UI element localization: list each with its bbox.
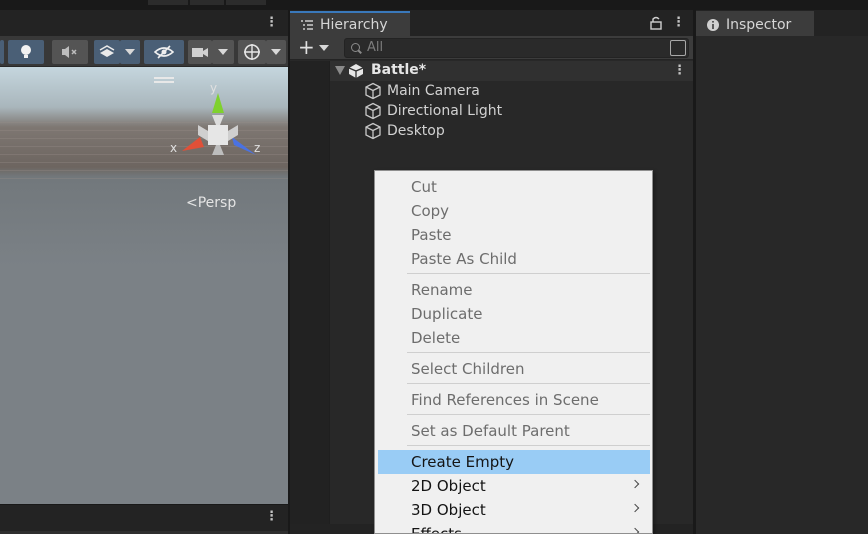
- hierarchy-toolbar: + All: [290, 36, 693, 60]
- chevron-right-icon: [630, 503, 640, 513]
- chevron-right-icon: [630, 527, 640, 533]
- gizmos-dropdown[interactable]: [266, 40, 286, 64]
- menu-item-2d-object[interactable]: 2D Object: [378, 474, 650, 498]
- orientation-gizmo[interactable]: y x z: [168, 81, 268, 183]
- axis-label-y: y: [210, 81, 218, 95]
- audio-toggle-button[interactable]: [52, 40, 88, 64]
- chevron-down-icon: [218, 49, 228, 55]
- menu-item-label: 2D Object: [411, 477, 486, 495]
- hierarchy-item-label: Desktop: [387, 123, 445, 139]
- gameobject-cube-icon: [365, 82, 381, 100]
- lock-icon[interactable]: [650, 16, 662, 30]
- hierarchy-item-directional-light[interactable]: Directional Light: [364, 101, 502, 121]
- gizmos-icon: [244, 44, 260, 60]
- bottom-left-panel: ⋮: [0, 504, 288, 534]
- menu-item-cut[interactable]: Cut: [378, 175, 650, 199]
- camera-icon: [192, 48, 208, 57]
- tab-inspector-label: Inspector: [726, 16, 792, 33]
- inspector-panel: Inspector: [696, 10, 868, 534]
- scene-visibility-button[interactable]: [144, 40, 184, 64]
- search-placeholder: All: [367, 40, 384, 55]
- tab-inspector[interactable]: Inspector: [696, 11, 814, 36]
- hierarchy-item-label: Main Camera: [387, 83, 480, 99]
- top-strip-block: [148, 0, 188, 5]
- info-icon: [707, 18, 719, 31]
- scene-name: Battle*: [371, 62, 427, 78]
- scene-row-menu-icon[interactable]: ⋮: [673, 63, 686, 79]
- projection-toggle[interactable]: <Persp: [186, 195, 236, 211]
- hierarchy-item-desktop[interactable]: Desktop: [364, 121, 445, 141]
- hierarchy-context-menu: Cut Copy Paste Paste As Child Rename Dup…: [374, 170, 653, 534]
- hierarchy-tab-bar: Hierarchy ⋮: [290, 10, 693, 36]
- lighting-toggle-button[interactable]: [8, 40, 44, 64]
- chevron-down-icon: [271, 49, 281, 55]
- menu-separator: [407, 273, 650, 274]
- menu-separator: [407, 414, 650, 415]
- menu-item-label: Effects: [411, 525, 462, 534]
- audio-mute-icon: [62, 46, 77, 58]
- effects-toggle-button[interactable]: [94, 40, 120, 64]
- hierarchy-item-label: Directional Light: [387, 103, 503, 119]
- menu-item-label: Create Empty: [411, 453, 514, 471]
- scene-view-panel: ⋮ y x z <Persp: [0, 10, 288, 504]
- search-by-type-icon[interactable]: [670, 40, 686, 56]
- scene-tab-bar: ⋮: [0, 10, 288, 36]
- menu-separator: [407, 445, 650, 446]
- tab-hierarchy[interactable]: Hierarchy: [290, 11, 410, 36]
- top-strip: [0, 0, 868, 10]
- search-icon: [351, 43, 360, 52]
- scene-panel-menu-icon[interactable]: ⋮: [265, 15, 278, 31]
- top-strip-block: [226, 0, 266, 5]
- menu-item-delete[interactable]: Delete: [378, 326, 650, 350]
- menu-item-paste-as-child[interactable]: Paste As Child: [378, 247, 650, 271]
- effects-icon: [99, 45, 115, 57]
- hierarchy-menu-icon[interactable]: ⋮: [672, 15, 685, 31]
- axis-label-x: x: [170, 141, 178, 155]
- hierarchy-list-icon: [301, 19, 313, 30]
- bottom-panel-menu-icon[interactable]: ⋮: [265, 509, 278, 525]
- scene-row[interactable]: Battle* ⋮: [330, 61, 693, 81]
- unity-scene-icon: [348, 64, 364, 78]
- hierarchy-search-input[interactable]: All: [344, 38, 689, 58]
- menu-item-rename[interactable]: Rename: [378, 278, 650, 302]
- lightbulb-icon: [21, 45, 31, 58]
- chevron-down-icon: [125, 49, 135, 55]
- chevron-right-icon: [630, 479, 640, 489]
- hierarchy-item-main-camera[interactable]: Main Camera: [364, 81, 480, 101]
- scene-toolbar: [0, 36, 288, 66]
- unity-editor: ⋮ y x z <Persp ⋮ Hierarchy ⋮ + All Battl…: [0, 0, 868, 534]
- top-strip-block: [190, 0, 224, 5]
- menu-separator: [407, 383, 650, 384]
- menu-item-create-empty[interactable]: Create Empty: [378, 450, 650, 474]
- menu-item-copy[interactable]: Copy: [378, 199, 650, 223]
- create-plus-icon[interactable]: +: [298, 37, 315, 57]
- chevron-down-icon[interactable]: [319, 45, 329, 51]
- gameobject-cube-icon: [365, 102, 381, 120]
- menu-item-effects[interactable]: Effects: [378, 522, 650, 534]
- menu-item-paste[interactable]: Paste: [378, 223, 650, 247]
- expand-arrow-icon[interactable]: [335, 66, 345, 75]
- axis-label-z: z: [254, 141, 261, 155]
- scene-viewport[interactable]: y x z <Persp: [0, 67, 288, 504]
- camera-dropdown[interactable]: [212, 40, 234, 64]
- effects-dropdown[interactable]: [120, 40, 140, 64]
- visibility-icon: [154, 45, 174, 59]
- menu-item-set-default-parent[interactable]: Set as Default Parent: [378, 419, 650, 443]
- menu-item-duplicate[interactable]: Duplicate: [378, 302, 650, 326]
- gizmos-button[interactable]: [238, 40, 266, 64]
- camera-settings-button[interactable]: [188, 40, 212, 64]
- menu-separator: [407, 352, 650, 353]
- menu-item-label: 3D Object: [411, 501, 486, 519]
- inspector-tab-bar: Inspector: [696, 10, 868, 36]
- menu-item-3d-object[interactable]: 3D Object: [378, 498, 650, 522]
- axis-gizmo-icon: [182, 93, 256, 155]
- menu-item-select-children[interactable]: Select Children: [378, 357, 650, 381]
- tab-hierarchy-label: Hierarchy: [320, 16, 388, 33]
- gameobject-cube-icon: [365, 122, 381, 140]
- toolbar-button-partial[interactable]: [0, 40, 4, 64]
- menu-item-find-references[interactable]: Find References in Scene: [378, 388, 650, 412]
- tree-gutter: [290, 61, 330, 534]
